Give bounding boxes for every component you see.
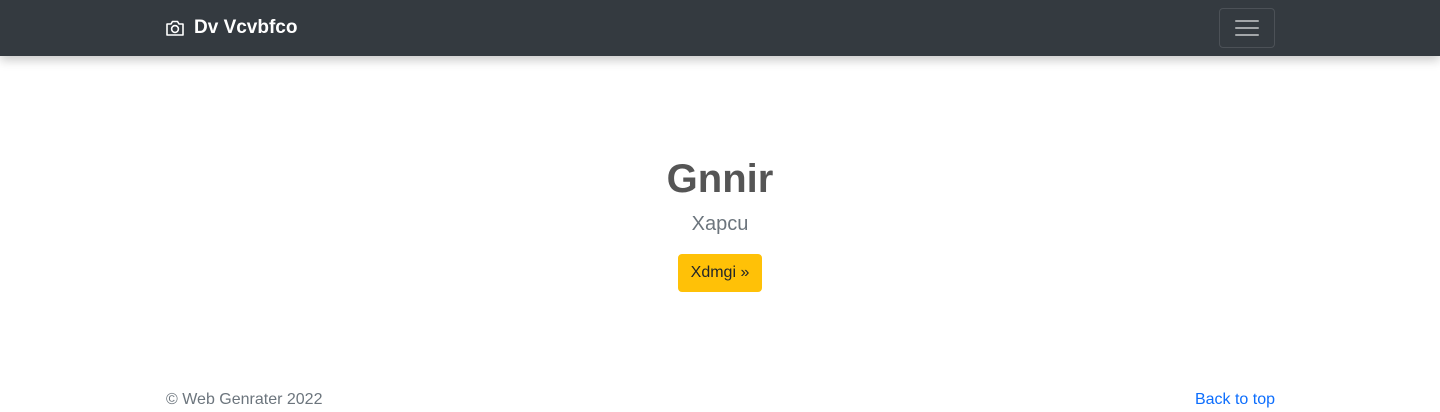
footer-copyright: © Web Genrater 2022 bbox=[166, 391, 323, 408]
brand-label: Dv Vcvbfco bbox=[194, 17, 298, 38]
navbar: Dv Vcvbfco bbox=[0, 0, 1440, 56]
back-to-top-link[interactable]: Back to top bbox=[1195, 390, 1275, 410]
hero-cta-button[interactable]: Xdmgi » bbox=[678, 254, 762, 292]
camera-icon bbox=[165, 19, 185, 37]
hero-section: Gnnir Xapcu Xdmgi » bbox=[0, 56, 1440, 346]
brand-link[interactable]: Dv Vcvbfco bbox=[165, 0, 297, 56]
hero-subtitle: Xapcu bbox=[691, 213, 749, 235]
hero-title: Gnnir bbox=[666, 157, 774, 201]
navbar-toggler-button[interactable] bbox=[1219, 8, 1275, 48]
hamburger-menu-icon bbox=[1234, 18, 1260, 38]
